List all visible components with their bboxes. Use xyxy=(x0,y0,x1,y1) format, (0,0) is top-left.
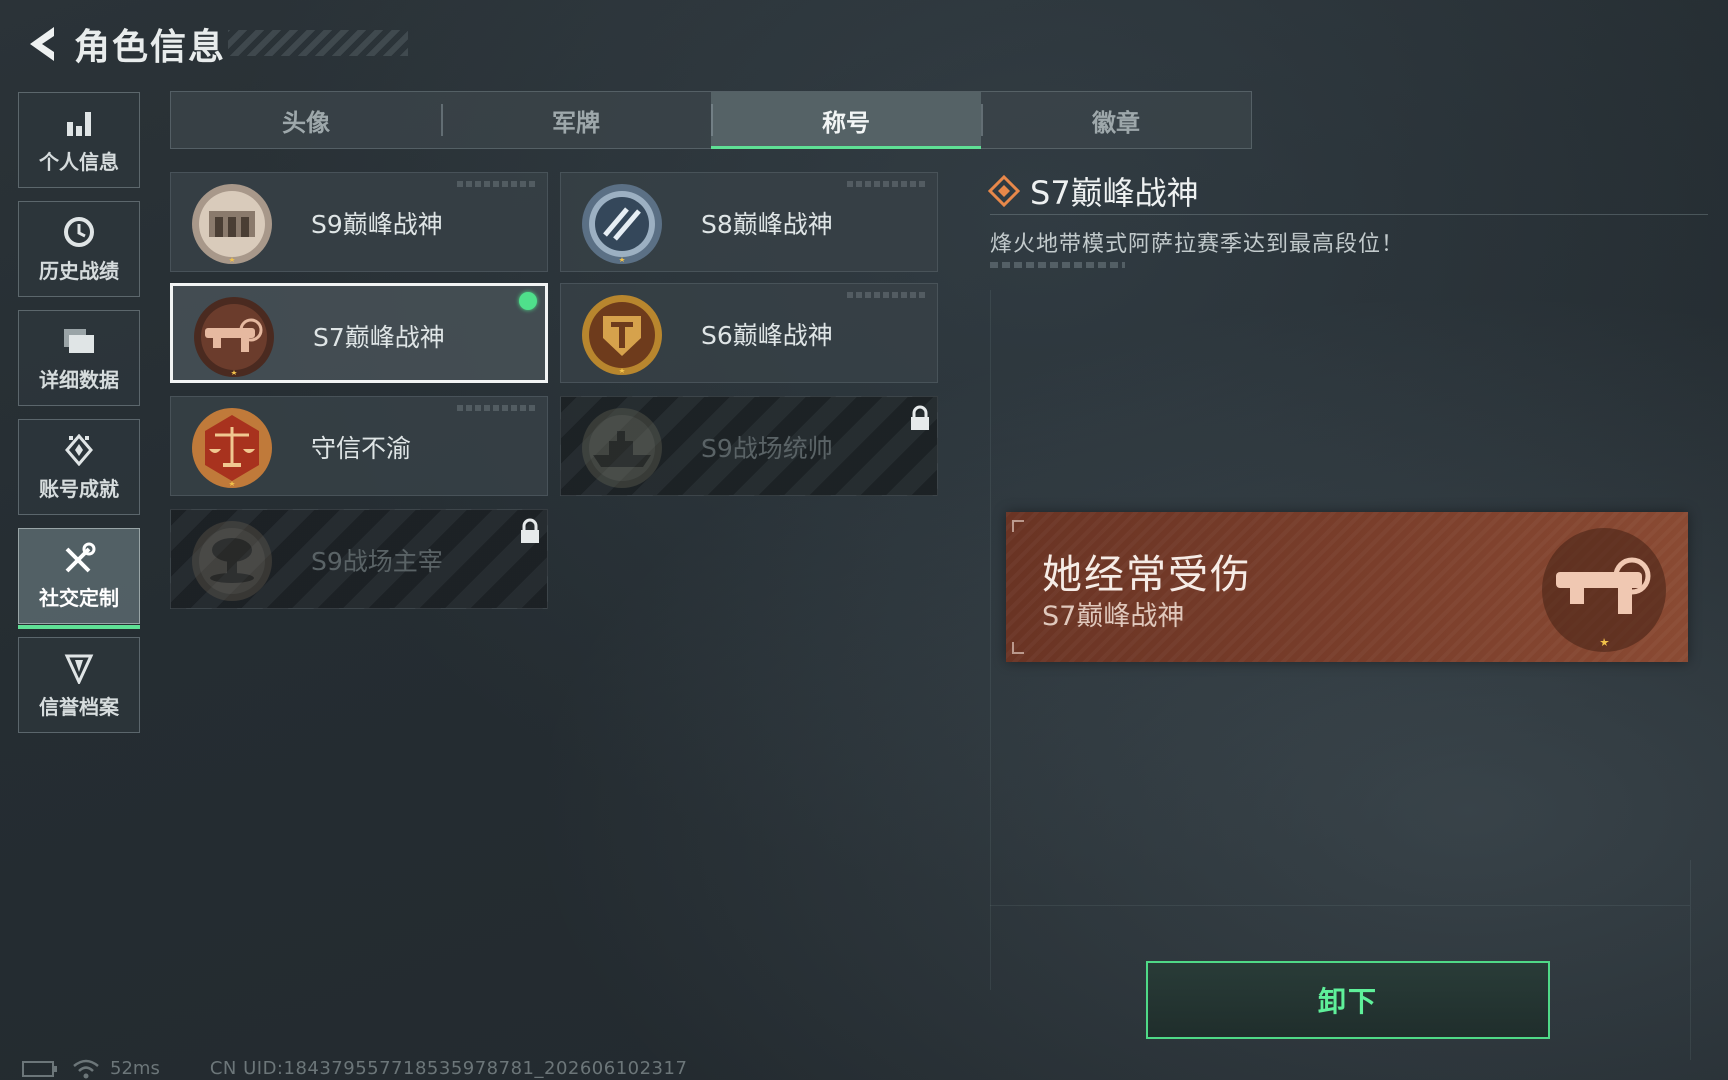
sidebar-item-credit-record[interactable]: 信誉档案 xyxy=(18,637,140,733)
title-preview-banner: 她经常受伤 S7巅峰战神 xyxy=(1006,512,1688,662)
blue-stripe-medal-icon xyxy=(582,184,662,264)
banner-corner xyxy=(1012,520,1024,532)
sidebar-item-label: 社交定制 xyxy=(39,585,119,610)
header-decoration xyxy=(228,30,408,56)
tools-icon xyxy=(62,542,96,576)
sidebar-item-social-custom[interactable]: 社交定制 xyxy=(18,528,140,629)
bar-chart-icon xyxy=(62,106,96,140)
status-footer: 52ms CN UID:1843795577185359787​81_20260… xyxy=(22,1058,687,1079)
card-decoration xyxy=(457,405,537,411)
tab-dog-tag[interactable]: 军牌 xyxy=(441,92,711,148)
tab-badge[interactable]: 徽章 xyxy=(981,92,1251,148)
tab-avatar[interactable]: 头像 xyxy=(171,92,441,148)
battery-icon xyxy=(22,1060,57,1077)
detail-header: S7巅峰战神 xyxy=(988,168,1199,214)
bg-grid-line xyxy=(1690,860,1691,1060)
page-header: 角色信息 xyxy=(22,18,226,70)
fortress-medal-icon xyxy=(192,184,272,264)
bg-grid-line xyxy=(990,905,1690,906)
bg-grid-line xyxy=(990,290,991,990)
title-name: S7巅峰战神 xyxy=(313,323,445,352)
unequip-button[interactable]: 卸下 xyxy=(1146,961,1550,1039)
tab-title[interactable]: 称号 xyxy=(711,92,981,149)
uid-text: CN UID:1843795577185359787​81_2026061023… xyxy=(209,1058,688,1079)
sidebar-item-label: 个人信息 xyxy=(39,149,119,174)
back-arrow-icon xyxy=(30,27,54,61)
equipped-indicator xyxy=(519,292,537,310)
description-decoration xyxy=(990,262,1125,268)
sidebar-item-personal-info[interactable]: 个人信息 xyxy=(18,92,140,188)
diamond-icon xyxy=(988,175,1020,207)
sidebar-item-label: 详细数据 xyxy=(39,367,119,392)
card-decoration xyxy=(847,292,927,298)
sidebar-item-history[interactable]: 历史战绩 xyxy=(18,201,140,297)
back-button[interactable] xyxy=(22,22,62,66)
gun-medal-icon xyxy=(1542,528,1666,652)
title-card-s9-peak[interactable]: S9巅峰战神 xyxy=(170,172,548,272)
lock-icon xyxy=(521,518,539,543)
sidebar-item-label: 历史战绩 xyxy=(39,258,119,283)
title-name: 守信不渝 xyxy=(311,434,412,463)
divider xyxy=(990,214,1708,215)
player-name: 她经常受伤 xyxy=(1042,552,1252,598)
achievement-icon xyxy=(62,433,96,467)
title-name: S9巅峰战神 xyxy=(311,210,443,239)
page-title: 角色信息 xyxy=(74,27,227,68)
sidebar-item-detailed-data[interactable]: 详细数据 xyxy=(18,310,140,406)
title-name: S6巅峰战神 xyxy=(701,321,833,350)
card-decoration xyxy=(847,181,927,187)
banner-title: S7巅峰战神 xyxy=(1042,601,1185,632)
sidebar-item-label: 信誉档案 xyxy=(39,694,119,719)
gun-medal-icon xyxy=(194,297,274,377)
category-tabs: 头像 军牌 称号 徽章 xyxy=(170,91,1252,149)
detail-title: S7巅峰战神 xyxy=(1030,174,1199,212)
sidebar-item-label: 账号成就 xyxy=(39,476,119,501)
warship-medal-icon xyxy=(582,408,662,488)
title-card-s8-peak[interactable]: S8巅峰战神 xyxy=(560,172,938,272)
title-card-s9-commander[interactable]: S9战场统帅 xyxy=(560,396,938,496)
folder-icon xyxy=(62,324,96,358)
credit-icon xyxy=(62,651,96,685)
wifi-icon xyxy=(73,1059,99,1078)
scales-medal-icon xyxy=(192,408,272,488)
banner-corner xyxy=(1012,642,1024,654)
title-name: S9战场主宰 xyxy=(311,547,443,576)
golden-shield-medal-icon xyxy=(582,295,662,375)
title-name: S9战场统帅 xyxy=(701,434,833,463)
title-card-keep-faith[interactable]: 守信不渝 xyxy=(170,396,548,496)
mushroom-cloud-medal-icon xyxy=(192,521,272,601)
sidebar-item-achievements[interactable]: 账号成就 xyxy=(18,419,140,515)
card-decoration xyxy=(457,181,537,187)
clock-icon xyxy=(62,215,96,249)
title-card-s6-peak[interactable]: S6巅峰战神 xyxy=(560,283,938,383)
sidebar: 个人信息 历史战绩 详细数据 账号成就 社交定制 信誉档案 xyxy=(18,92,144,746)
lock-icon xyxy=(911,405,929,430)
detail-description: 烽火地带模式阿萨拉赛季达到最高段位！ xyxy=(990,232,1405,257)
title-name: S8巅峰战神 xyxy=(701,210,833,239)
ping-text: 52ms xyxy=(110,1058,160,1079)
title-card-s9-dominator[interactable]: S9战场主宰 xyxy=(170,509,548,609)
title-card-s7-peak[interactable]: S7巅峰战神 xyxy=(170,283,548,383)
